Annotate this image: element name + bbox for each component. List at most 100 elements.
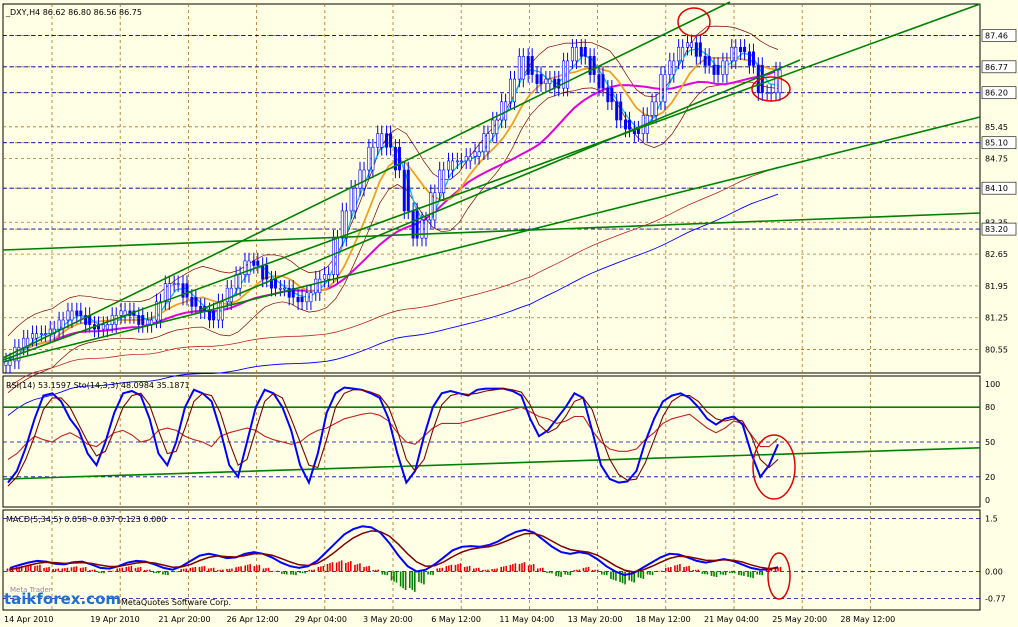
chart-window[interactable]: { "chart_data": [ { "type": "line", "tit… [0,0,1018,627]
y-tick-label: 81.95 [985,282,1008,291]
candle-body [389,133,393,148]
x-tick-label: 6 May 12:00 [431,615,481,624]
candle-body [314,278,318,294]
candle-body [566,60,570,89]
candle-body [668,60,672,75]
candle-body [659,74,663,103]
candle-body [491,119,495,134]
candle-body [114,315,118,325]
candle-body [739,46,743,53]
x-tick-label: 26 Apr 12:00 [227,615,279,624]
y-tick-label: 86.77 [985,63,1008,72]
y-tick-label: 85.10 [985,139,1008,148]
candle-body [601,74,605,89]
candle-body [778,69,782,94]
macd-panel[interactable] [2,509,981,611]
candle-body [579,46,583,57]
candle-body [716,65,720,75]
macd-y-tick-label: 0.00 [985,567,1003,576]
candle-body [459,160,463,163]
candle-body [751,51,755,66]
candle-body [35,333,39,339]
candle-body [606,87,610,103]
candle-body [495,119,499,134]
watermark-brand: Meta Trader [10,586,52,594]
candle-body [583,46,587,57]
candle-body [442,169,446,194]
candle-body [318,278,322,294]
candle-body [402,169,406,212]
candle-body [521,56,525,80]
candle-body [769,92,773,95]
x-tick-label: 19 Apr 2010 [90,615,139,624]
candle-body [526,56,530,75]
candle-body [22,337,26,348]
y-tick-label: 82.65 [985,250,1008,259]
oscillator-panel-title: RSI(14) 53.1597 Sto(14,3,3) 48.0984 35.1… [6,381,190,390]
candle-body [265,265,269,280]
candle-body [176,283,180,285]
candle-body [190,296,194,307]
candle-body [79,310,83,316]
price-panel-title: _DXY,H4 86.62 86.80 86.56 86.75 [5,8,142,17]
chart-canvas: 14 Apr 2010 19 Apr 2010 21 Apr 20:00 26 Apr… [2,1,1017,624]
candle-body [158,301,162,321]
x-tick-label: 18 May 12:00 [636,615,691,624]
candle-body [574,46,578,62]
candle-body [256,260,260,266]
candle-body [335,237,339,275]
candle-body [323,274,327,280]
candle-body [420,219,424,239]
candle-body [685,42,689,48]
x-tick-label: 21 Apr 20:00 [158,615,210,624]
candle-body [75,310,79,316]
x-tick-label: 3 May 20:00 [363,615,413,624]
candle-body [500,101,504,121]
x-tick-label: 21 May 04:00 [704,615,759,624]
candle-body [482,133,486,153]
candle-body [429,192,433,221]
candle-body [261,265,265,280]
osc-y-tick-label: 80 [985,403,995,412]
candle-body [101,324,105,330]
candle-body [650,101,654,116]
candle-body [624,119,628,130]
candle-body [371,146,375,171]
candle-body [300,296,304,303]
oscillator-panel[interactable] [2,375,981,508]
macd-y-tick-label: -0.77 [985,595,1006,604]
candle-body [252,260,256,266]
candle-body [48,328,52,334]
candle-body [548,78,552,84]
candle-body [619,101,623,121]
candle-body [238,274,242,289]
candle-body [340,210,344,239]
candle-body [689,42,693,48]
candle-body [8,360,12,366]
candle-body [185,283,189,298]
candle-body [274,278,278,289]
candle-body [681,46,685,62]
candle-body [592,56,596,75]
x-tick-label: 29 Apr 04:00 [295,615,347,624]
macd-panel-title: MACD(5,34,5) 0.058 -0.037 0.123 0.000 [6,515,166,524]
candle-body [730,46,734,62]
candle-body [447,160,451,171]
candle-body [208,310,212,321]
y-tick-label: 81.25 [985,314,1008,323]
candle-body [654,101,658,116]
candle-body [512,78,516,103]
candle-body [247,260,251,275]
candle-body [570,46,574,62]
y-tick-label: 80.55 [985,346,1008,355]
candle-body [146,319,150,325]
x-tick-label: 25 May 20:00 [772,615,827,624]
candle-body [309,292,313,303]
candle-body [672,60,676,75]
candle-body [721,60,725,75]
y-tick-label: 87.46 [985,31,1008,40]
candle-body [734,46,738,62]
candle-body [278,287,282,290]
candle-body [703,56,707,66]
candle-body [747,51,751,66]
